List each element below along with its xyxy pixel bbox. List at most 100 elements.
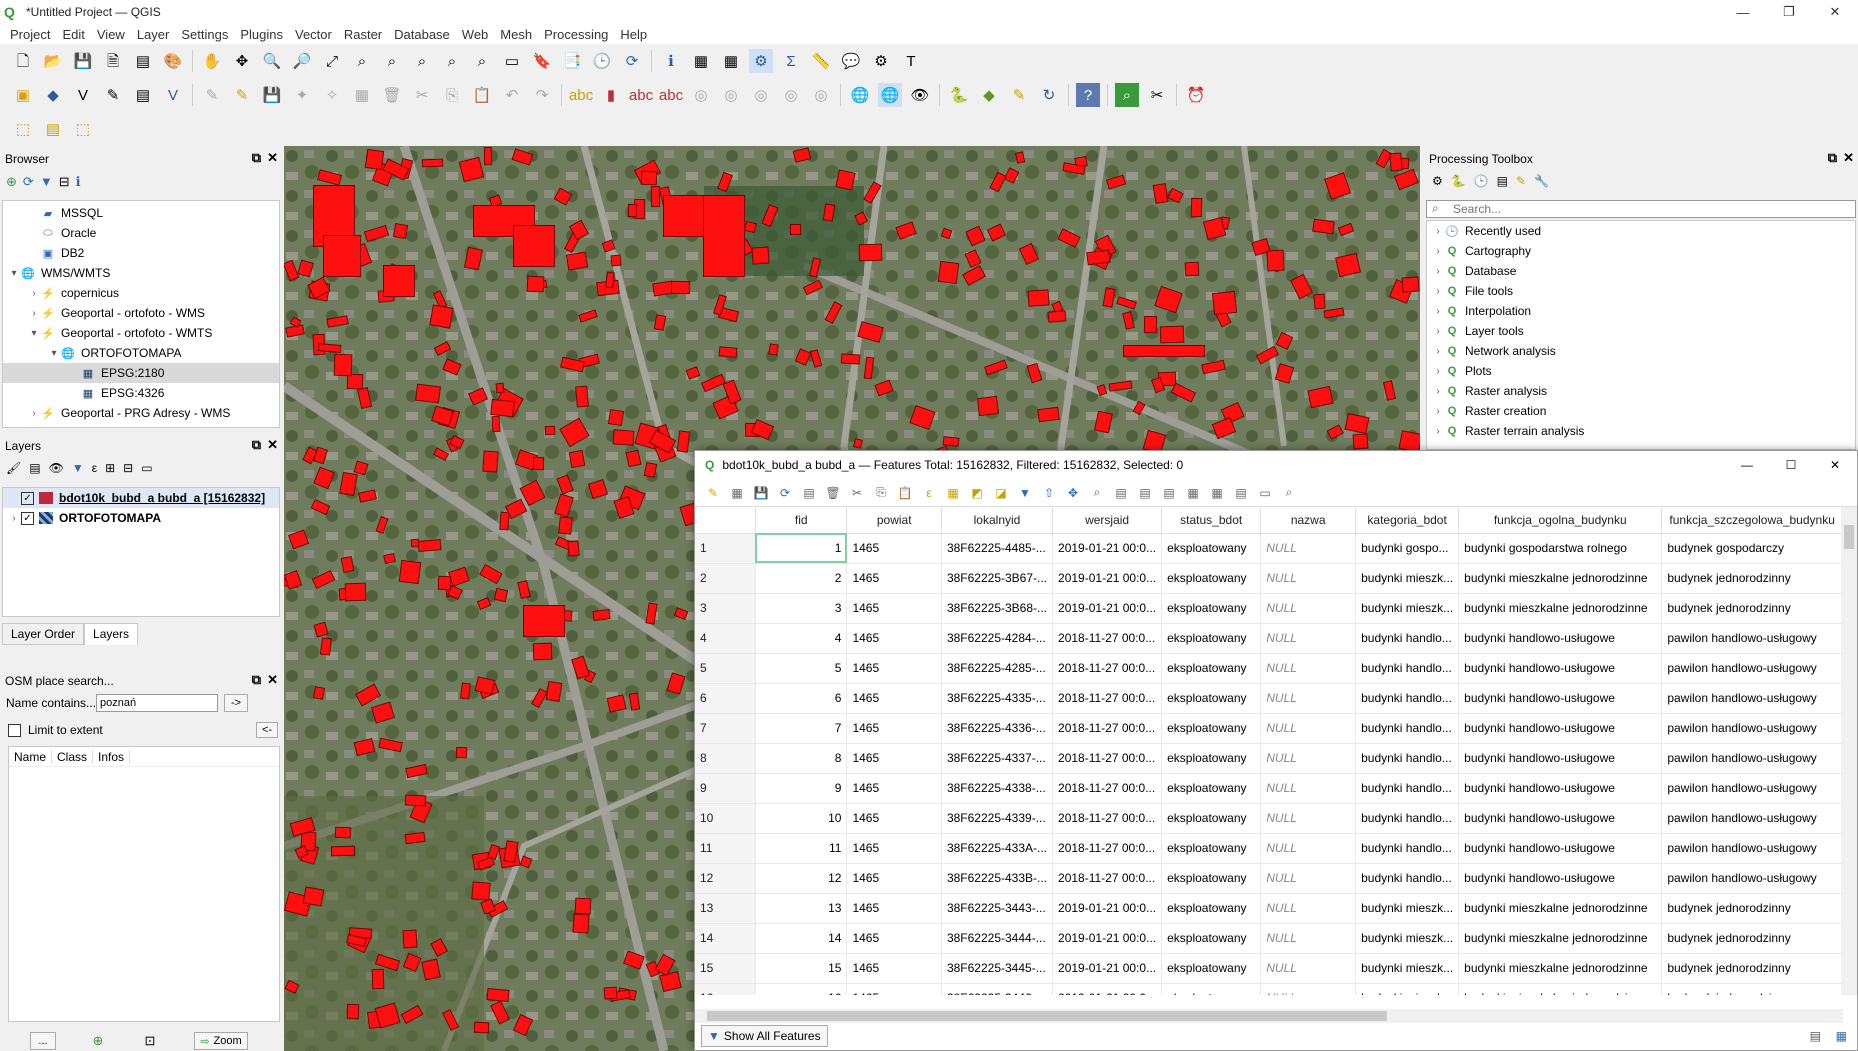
- multi-edit-icon[interactable]: ▦: [727, 483, 747, 503]
- filter-select-icon[interactable]: ▼: [1015, 483, 1035, 503]
- undock-icon[interactable]: ⧉: [252, 437, 261, 453]
- expand-arrow-icon[interactable]: ›: [1431, 266, 1445, 277]
- table-cell[interactable]: 1465: [846, 983, 942, 995]
- table-cell[interactable]: budynki mieszk...: [1355, 953, 1460, 984]
- table-row[interactable]: 9 9 1465 38F62225-4338-... 2018-11-27 00:0..…: [695, 773, 1843, 804]
- expand-arrow-icon[interactable]: ›: [1431, 386, 1445, 397]
- minimize-button[interactable]: —: [1725, 451, 1769, 479]
- history-icon[interactable]: 🕒: [1474, 174, 1489, 188]
- toolbox-search-input[interactable]: [1426, 200, 1856, 218]
- toggle-editing-icon[interactable]: ✎: [230, 83, 254, 107]
- toolbox-group[interactable]: › Q Interpolation: [1427, 301, 1855, 321]
- table-cell[interactable]: budynki handlo...: [1355, 773, 1460, 804]
- browser-item[interactable]: ⬭ Oracle: [3, 223, 279, 243]
- layer-row-buildings[interactable]: ✓ bdot10k_bubd_a bubd_a [15162832]: [3, 488, 279, 508]
- expand-arrow-icon[interactable]: ›: [1431, 346, 1445, 357]
- table-cell[interactable]: 5: [755, 653, 848, 684]
- table-row[interactable]: 7 7 1465 38F62225-4336-... 2018-11-27 00:0..…: [695, 713, 1843, 744]
- expression-filter-icon[interactable]: ε: [92, 461, 97, 475]
- move-label-icon[interactable]: ◎: [749, 83, 773, 107]
- expand-arrow-icon[interactable]: ▾: [7, 268, 21, 279]
- table-cell[interactable]: eksploatowany: [1161, 713, 1262, 744]
- close-panel-icon[interactable]: ✕: [1843, 150, 1854, 166]
- layer-visibility-checkbox[interactable]: ✓: [21, 511, 34, 525]
- table-cell[interactable]: budynki mieszkalne jednorodzinne: [1458, 563, 1663, 594]
- table-cell[interactable]: 38F62225-4337-...: [941, 743, 1054, 774]
- menu-help[interactable]: Help: [614, 27, 653, 42]
- close-panel-icon[interactable]: ✕: [267, 672, 278, 688]
- menu-mesh[interactable]: Mesh: [494, 27, 538, 42]
- table-cell[interactable]: budynki gospo...: [1355, 533, 1460, 564]
- table-cell[interactable]: eksploatowany: [1161, 653, 1262, 684]
- expand-arrow-icon[interactable]: ›: [1431, 426, 1445, 437]
- locator-search-icon[interactable]: ⌕: [1115, 83, 1139, 107]
- table-cell[interactable]: 2019-01-21 00:0...: [1052, 563, 1163, 594]
- python-console-icon[interactable]: 🐍: [947, 83, 971, 107]
- table-row[interactable]: 3 3 1465 38F62225-3B68-... 2019-01-21 00:0..…: [695, 593, 1843, 624]
- table-cell[interactable]: pawilon handlowo-usługowy: [1661, 653, 1843, 684]
- table-cell[interactable]: budynki handlo...: [1355, 623, 1460, 654]
- table-cell[interactable]: eksploatowany: [1161, 893, 1262, 924]
- table-cell[interactable]: NULL: [1260, 773, 1357, 804]
- highlight-pinned-labels-icon[interactable]: abc: [629, 83, 653, 107]
- table-cell[interactable]: 1465: [846, 893, 942, 924]
- column-header-kategoria_bdot[interactable]: kategoria_bdot: [1355, 507, 1460, 534]
- table-cell[interactable]: pawilon handlowo-usługowy: [1661, 713, 1843, 744]
- column-header-lokalnyid[interactable]: lokalnyid: [941, 507, 1054, 534]
- expand-arrow-icon[interactable]: ▾: [27, 328, 41, 339]
- table-cell[interactable]: 1465: [846, 803, 942, 834]
- table-cell[interactable]: 2: [755, 563, 848, 594]
- vertical-scrollbar[interactable]: [1841, 507, 1857, 995]
- table-cell[interactable]: budynki handlowo-usługowe: [1458, 833, 1663, 864]
- table-cell[interactable]: budynek gospodarczy: [1661, 533, 1843, 564]
- save-edits-icon[interactable]: 💾: [260, 83, 284, 107]
- zoom-last-icon[interactable]: ⌕: [440, 49, 464, 73]
- show-all-features-button[interactable]: ▼ Show All Features: [701, 1025, 828, 1047]
- table-cell[interactable]: 12: [755, 863, 848, 894]
- paste-icon[interactable]: 📋: [895, 483, 915, 503]
- table-cell[interactable]: budynki mieszk...: [1355, 983, 1460, 995]
- table-cell[interactable]: budynki handlo...: [1355, 653, 1460, 684]
- menu-vector[interactable]: Vector: [289, 27, 338, 42]
- identify-features-icon[interactable]: ℹ: [659, 49, 683, 73]
- table-cell[interactable]: eksploatowany: [1161, 863, 1262, 894]
- menu-plugins[interactable]: Plugins: [234, 27, 289, 42]
- table-cell[interactable]: eksploatowany: [1161, 833, 1262, 864]
- table-cell[interactable]: NULL: [1260, 983, 1357, 995]
- table-cell[interactable]: budynek jednorodzinny: [1661, 593, 1843, 624]
- select-features-icon[interactable]: ⬚: [11, 117, 35, 141]
- reload-icon[interactable]: ⟳: [775, 483, 795, 503]
- new-geopackage-layer-icon[interactable]: ◆: [41, 83, 65, 107]
- table-cell[interactable]: budynki handlo...: [1355, 833, 1460, 864]
- redo-icon[interactable]: ↷: [530, 83, 554, 107]
- table-cell[interactable]: 2018-11-27 00:0...: [1052, 683, 1163, 714]
- deselect-features-icon[interactable]: ⬚: [71, 117, 95, 141]
- toolbox-group[interactable]: › Q File tools: [1427, 281, 1855, 301]
- table-cell[interactable]: 1465: [846, 533, 942, 564]
- plugin-icon[interactable]: ◆: [977, 83, 1001, 107]
- new-virtual-layer-icon[interactable]: V: [161, 83, 185, 107]
- table-view-icon[interactable]: ▤: [1810, 1029, 1821, 1043]
- layer-row-ortofotomapa[interactable]: › ✓ ORTOFOTOMAPA: [3, 508, 279, 528]
- table-cell[interactable]: 9: [755, 773, 848, 804]
- geoportal-search-icon[interactable]: 🌐: [878, 83, 902, 107]
- row-number[interactable]: 16: [695, 983, 756, 995]
- table-cell[interactable]: budynki handlowo-usługowe: [1458, 863, 1663, 894]
- table-cell[interactable]: eksploatowany: [1161, 593, 1262, 624]
- table-cell[interactable]: eksploatowany: [1161, 983, 1262, 995]
- delete-selected-icon[interactable]: 🗑: [380, 83, 404, 107]
- browser-item[interactable]: ▦ EPSG:4326: [3, 383, 279, 403]
- browser-item[interactable]: ▾ 🌐 ORTOFOTOMAPA: [3, 343, 279, 363]
- toolbox-group[interactable]: › Q Plots: [1427, 361, 1855, 381]
- table-cell[interactable]: budynek jednorodzinny: [1661, 953, 1843, 984]
- properties-icon[interactable]: ℹ: [76, 174, 81, 190]
- show-bookmarks-icon[interactable]: 📑: [560, 49, 584, 73]
- table-row[interactable]: 5 5 1465 38F62225-4285-... 2018-11-27 00:0..…: [695, 653, 1843, 684]
- table-cell[interactable]: 38F62225-4485-...: [941, 533, 1054, 564]
- table-cell[interactable]: 2019-01-21 00:0...: [1052, 893, 1163, 924]
- back-button[interactable]: <-: [256, 722, 278, 738]
- undo-icon[interactable]: ↶: [500, 83, 524, 107]
- table-cell[interactable]: budynki mieszk...: [1355, 923, 1460, 954]
- row-number[interactable]: 12: [695, 863, 756, 894]
- table-cell[interactable]: NULL: [1260, 623, 1357, 654]
